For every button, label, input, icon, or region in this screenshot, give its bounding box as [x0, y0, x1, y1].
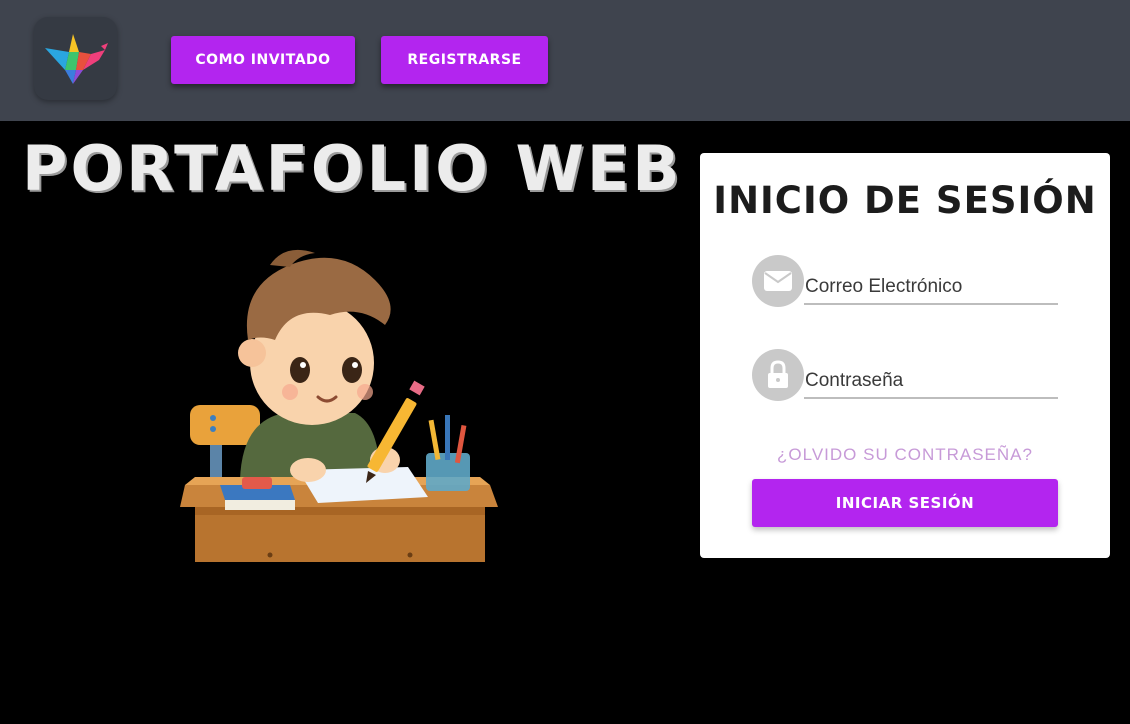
app-logo[interactable]	[34, 17, 117, 100]
child-writing-illustration	[180, 249, 498, 562]
page-title: PORTAFOLIO WEB	[22, 132, 683, 205]
forgot-password-link[interactable]: ¿OLVIDO SU CONTRASEÑA?	[700, 445, 1110, 465]
origami-crane-icon	[44, 33, 108, 84]
top-bar: COMO INVITADO REGISTRARSE	[0, 0, 1130, 121]
login-title: INICIO DE SESIÓN	[713, 179, 1097, 222]
email-field[interactable]	[804, 271, 1058, 305]
login-button[interactable]: INICIAR SESIÓN	[752, 479, 1058, 527]
lock-icon	[752, 349, 804, 401]
password-field[interactable]	[804, 365, 1058, 399]
envelope-icon	[752, 255, 804, 307]
guest-button[interactable]: COMO INVITADO	[171, 36, 355, 84]
register-button[interactable]: REGISTRARSE	[381, 36, 548, 84]
login-card: INICIO DE SESIÓN ¿OLVIDO SU CONTRASEÑA? …	[700, 153, 1110, 558]
